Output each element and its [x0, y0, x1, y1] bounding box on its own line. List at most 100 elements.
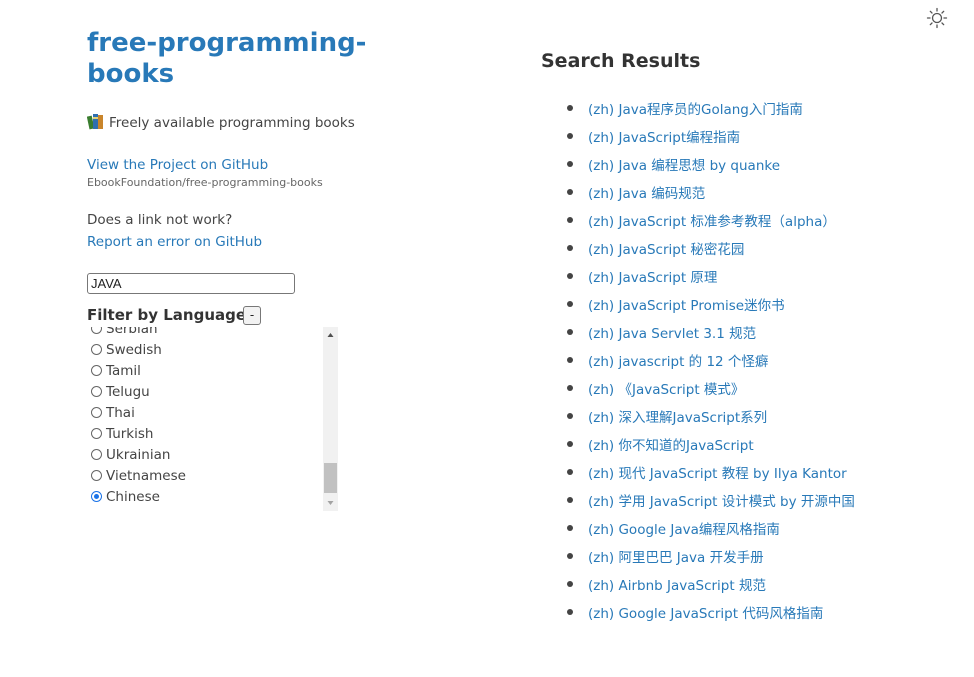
result-item: (zh) Java程序员的Golang入门指南 — [567, 94, 855, 122]
search-input[interactable] — [87, 273, 295, 294]
github-repo-name: EbookFoundation/free-programming-books — [87, 176, 323, 189]
bullet-icon — [567, 357, 573, 363]
bullet-icon — [567, 413, 573, 419]
result-link[interactable]: (zh) 《JavaScript 模式》 — [588, 378, 744, 398]
result-item: (zh) Java 编码规范 — [567, 178, 855, 206]
result-link[interactable]: (zh) Google JavaScript 代码风格指南 — [588, 602, 823, 622]
result-link[interactable]: (zh) 阿里巴巴 Java 开发手册 — [588, 546, 764, 566]
language-label: Turkish — [106, 425, 154, 442]
result-link[interactable]: (zh) javascript 的 12 个怪癖 — [588, 350, 768, 370]
search-results-title: Search Results — [541, 50, 701, 72]
language-radio[interactable] — [91, 491, 102, 502]
result-link[interactable]: (zh) Java程序员的Golang入门指南 — [588, 98, 803, 118]
language-label: Thai — [106, 404, 135, 421]
language-label: Tamil — [106, 362, 141, 379]
result-item: (zh) JavaScript 标准参考教程（alpha） — [567, 206, 855, 234]
scroll-down-arrow-icon[interactable] — [323, 494, 338, 511]
bullet-icon — [567, 301, 573, 307]
result-link[interactable]: (zh) JavaScript 标准参考教程（alpha） — [588, 210, 836, 230]
language-radio[interactable] — [91, 344, 102, 355]
language-option[interactable]: Serbian — [91, 327, 186, 339]
language-option[interactable]: Tamil — [91, 360, 186, 381]
language-option[interactable]: Telugu — [91, 381, 186, 402]
tagline: Freely available programming books — [87, 112, 355, 131]
language-label: Swedish — [106, 341, 162, 358]
language-option[interactable]: Chinese — [91, 486, 186, 507]
tagline-text: Freely available programming books — [109, 115, 355, 131]
scrollbar-thumb[interactable] — [324, 463, 337, 493]
language-label: Telugu — [106, 383, 150, 400]
theme-toggle-button[interactable] — [926, 7, 948, 29]
language-radio[interactable] — [91, 407, 102, 418]
bullet-icon — [567, 245, 573, 251]
bullet-icon — [567, 105, 573, 111]
bullet-icon — [567, 189, 573, 195]
language-option[interactable]: Vietnamese — [91, 465, 186, 486]
bullet-icon — [567, 469, 573, 475]
result-item: (zh) javascript 的 12 个怪癖 — [567, 346, 855, 374]
bullet-icon — [567, 497, 573, 503]
language-radio[interactable] — [91, 470, 102, 481]
search-results-list: (zh) Java程序员的Golang入门指南 (zh) JavaScript编程… — [567, 94, 855, 626]
result-item: (zh) Airbnb JavaScript 规范 — [567, 570, 855, 598]
result-link[interactable]: (zh) 现代 JavaScript 教程 by Ilya Kantor — [588, 462, 847, 482]
language-label: Ukrainian — [106, 446, 171, 463]
language-filter-list[interactable]: Serbian Swedish Tamil Telugu Thai Turkish Ukra… — [87, 327, 338, 511]
books-icon — [87, 114, 103, 130]
bullet-icon — [567, 385, 573, 391]
result-link[interactable]: (zh) 深入理解JavaScript系列 — [588, 406, 767, 426]
result-link[interactable]: (zh) 学用 JavaScript 设计模式 by 开源中国 — [588, 490, 855, 510]
result-link[interactable]: (zh) Airbnb JavaScript 规范 — [588, 574, 766, 594]
result-item: (zh) 阿里巴巴 Java 开发手册 — [567, 542, 855, 570]
language-radio[interactable] — [91, 449, 102, 460]
result-link[interactable]: (zh) JavaScript 秘密花园 — [588, 238, 744, 258]
result-item: (zh) Google Java编程风格指南 — [567, 514, 855, 542]
result-item: (zh) 《JavaScript 模式》 — [567, 374, 855, 402]
result-item: (zh) JavaScript 原理 — [567, 262, 855, 290]
result-link[interactable]: (zh) JavaScript 原理 — [588, 266, 717, 286]
language-list-scrollbar[interactable] — [323, 327, 338, 511]
language-radio[interactable] — [91, 428, 102, 439]
result-link[interactable]: (zh) JavaScript编程指南 — [588, 126, 740, 146]
language-option[interactable]: Turkish — [91, 423, 186, 444]
report-error-link[interactable]: Report an error on GitHub — [87, 234, 262, 250]
language-option[interactable]: Thai — [91, 402, 186, 423]
result-item: (zh) 现代 JavaScript 教程 by Ilya Kantor — [567, 458, 855, 486]
language-radio[interactable] — [91, 365, 102, 376]
bullet-icon — [567, 609, 573, 615]
language-label: Serbian — [106, 327, 158, 337]
bullet-icon — [567, 133, 573, 139]
result-item: (zh) Java 编程思想 by quanke — [567, 150, 855, 178]
language-option[interactable]: Ukrainian — [91, 444, 186, 465]
filter-heading: Filter by Language — [87, 306, 247, 324]
github-project-link[interactable]: View the Project on GitHub — [87, 157, 268, 173]
bullet-icon — [567, 217, 573, 223]
language-label: Chinese — [106, 488, 160, 505]
result-item: (zh) 你不知道的JavaScript — [567, 430, 855, 458]
result-link[interactable]: (zh) Java 编程思想 by quanke — [588, 154, 780, 174]
result-item: (zh) 学用 JavaScript 设计模式 by 开源中国 — [567, 486, 855, 514]
bullet-icon — [567, 553, 573, 559]
collapse-filter-button[interactable]: - — [243, 306, 261, 325]
broken-link-question: Does a link not work? — [87, 212, 233, 228]
bullet-icon — [567, 581, 573, 587]
language-radio[interactable] — [91, 327, 102, 334]
result-item: (zh) JavaScript Promise迷你书 — [567, 290, 855, 318]
result-item: (zh) JavaScript 秘密花园 — [567, 234, 855, 262]
result-link[interactable]: (zh) Java Servlet 3.1 规范 — [588, 322, 756, 342]
scroll-up-arrow-icon[interactable] — [323, 327, 338, 344]
bullet-icon — [567, 441, 573, 447]
language-label: Vietnamese — [106, 467, 186, 484]
result-link[interactable]: (zh) JavaScript Promise迷你书 — [588, 294, 785, 314]
result-link[interactable]: (zh) Java 编码规范 — [588, 182, 705, 202]
bullet-icon — [567, 329, 573, 335]
result-link[interactable]: (zh) Google Java编程风格指南 — [588, 518, 780, 538]
site-title-link[interactable]: free-programming-books — [87, 28, 367, 90]
result-link[interactable]: (zh) 你不知道的JavaScript — [588, 434, 754, 454]
language-radio[interactable] — [91, 386, 102, 397]
language-option[interactable]: Swedish — [91, 339, 186, 360]
bullet-icon — [567, 273, 573, 279]
result-item: (zh) Google JavaScript 代码风格指南 — [567, 598, 855, 626]
result-item: (zh) 深入理解JavaScript系列 — [567, 402, 855, 430]
bullet-icon — [567, 161, 573, 167]
